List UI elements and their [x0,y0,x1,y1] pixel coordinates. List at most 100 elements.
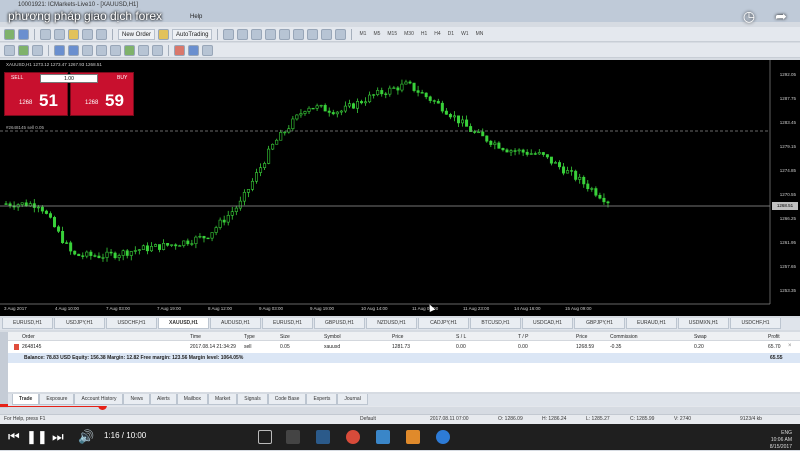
timeframe-mn[interactable]: MN [474,31,486,37]
symbol-tab[interactable]: USDCHF,H1 [730,318,781,329]
symbol-tab[interactable]: CADJPY,H1 [418,318,469,329]
timeframe-h1[interactable]: H1 [419,31,429,37]
terminal-icon[interactable] [82,29,93,40]
terminal-tab[interactable]: Account History [74,394,123,405]
column-header[interactable]: Swap [694,334,707,340]
bar-chart-icon[interactable] [4,45,15,56]
app-icon[interactable] [406,430,420,444]
close-order-icon[interactable]: × [788,343,792,349]
symbol-tab[interactable]: USDMXN,H1 [678,318,729,329]
column-header[interactable]: Price [576,334,587,340]
terminal-tab[interactable]: Mailbox [177,394,208,405]
symbol-tab[interactable]: GBPUSD,H1 [314,318,365,329]
data-window-icon[interactable] [54,29,65,40]
skip-back-icon[interactable]: ⏮ [8,429,20,445]
share-icon[interactable]: ➦ [772,8,790,24]
symbol-tab[interactable]: USDCHF,H1 [106,318,157,329]
browser-icon[interactable] [436,430,450,444]
menu-help[interactable]: Help [190,14,202,20]
autoscroll-icon[interactable] [96,45,107,56]
grid-icon[interactable] [202,45,213,56]
text-icon[interactable] [321,29,332,40]
column-header[interactable]: Time [190,334,201,340]
column-header[interactable]: Price [392,334,403,340]
symbol-tab[interactable]: EURUSD,H1 [262,318,313,329]
horizontal-line-icon[interactable] [265,29,276,40]
symbol-tab[interactable]: USDCAD,H1 [522,318,573,329]
column-header[interactable]: Size [280,334,290,340]
skip-next-icon[interactable]: ⏭ [52,429,64,445]
column-header[interactable]: S / L [456,334,466,340]
globe-icon[interactable] [188,45,199,56]
chart-shift-icon[interactable] [110,45,121,56]
templates-icon[interactable] [152,45,163,56]
autotrading-button[interactable]: AutoTrading [172,29,212,40]
camera-icon[interactable] [286,430,300,444]
column-header[interactable]: Symbol [324,334,341,340]
zoom-out-icon[interactable] [68,45,79,56]
symbol-tab[interactable]: USDJPY,H1 [54,318,105,329]
symbol-tab[interactable]: EURUSD,H1 [2,318,53,329]
market-watch-icon[interactable] [40,29,51,40]
candlestick-icon[interactable] [18,45,29,56]
periods-icon[interactable] [138,45,149,56]
timeframe-m5[interactable]: M5 [371,31,382,37]
price-chart[interactable]: XAUUSD,H1 1273.12 1273.47 1267.93 1268.5… [0,60,800,316]
symbol-tab[interactable]: AUDUSD,H1 [210,318,261,329]
cursor-icon[interactable] [223,29,234,40]
crosshair-icon[interactable] [237,29,248,40]
tester-icon[interactable] [96,29,107,40]
column-header[interactable]: Order [22,334,35,340]
column-header[interactable]: T / P [518,334,528,340]
navigator-icon[interactable] [68,29,79,40]
symbol-tab[interactable]: EURAUD,H1 [626,318,677,329]
settings-app-icon[interactable] [376,430,390,444]
trendline-icon[interactable] [279,29,290,40]
profiles-icon[interactable] [18,29,29,40]
terminal-tab[interactable]: Alerts [150,394,177,405]
timeframe-w1[interactable]: W1 [459,31,471,37]
symbol-tab[interactable]: XAUUSD,H1 [158,318,209,329]
lot-size-input[interactable]: 1.00 [40,74,98,83]
task-view-icon[interactable] [258,430,272,444]
vertical-line-icon[interactable] [251,29,262,40]
zoom-in-icon[interactable] [54,45,65,56]
channel-icon[interactable] [293,29,304,40]
timeframe-d1[interactable]: D1 [446,31,456,37]
terminal-tab[interactable]: Journal [337,394,367,405]
timeframe-m30[interactable]: M30 [402,31,416,37]
terminal-side-label[interactable] [0,332,8,408]
metatrader-icon[interactable] [316,430,330,444]
chrome-icon[interactable] [346,430,360,444]
symbol-tab[interactable]: BTCUSD,H1 [470,318,521,329]
terminal-tab[interactable]: Market [208,394,237,405]
alerts-icon[interactable] [174,45,185,56]
timeframe-m15[interactable]: M15 [385,31,399,37]
tile-windows-icon[interactable] [82,45,93,56]
fibonacci-icon[interactable] [307,29,318,40]
line-chart-icon[interactable] [32,45,43,56]
tray-time[interactable]: 10:06 AM [770,437,792,444]
timeframe-h4[interactable]: H4 [432,31,442,37]
symbol-tab[interactable]: GBPJPY,H1 [574,318,625,329]
terminal-tab[interactable]: Exposure [39,394,74,405]
label-icon[interactable] [335,29,346,40]
pause-icon[interactable]: ❚❚ [26,429,48,445]
terminal-tab[interactable]: Experts [306,394,337,405]
symbol-tab[interactable]: NZDUSD,H1 [366,318,417,329]
terminal-tab[interactable]: Signals [237,394,267,405]
terminal-tab[interactable]: Trade [12,394,39,405]
column-header[interactable]: Type [244,334,255,340]
table-row[interactable]: × 26481452017.08.14 21:34:29sell0.05xauu… [8,342,800,352]
terminal-tab[interactable]: News [123,394,150,405]
timeframe-m1[interactable]: M1 [357,31,368,37]
terminal-tab[interactable]: Code Base [268,394,307,405]
new-order-button[interactable]: New Order [118,29,155,40]
tray-language[interactable]: ENG [770,430,792,437]
indicators-icon[interactable] [124,45,135,56]
column-header[interactable]: Profit [768,334,780,340]
add-icon[interactable] [4,29,15,40]
watch-later-icon[interactable]: ◷ [740,8,758,24]
metaeditor-icon[interactable] [158,29,169,40]
column-header[interactable]: Commission [610,334,638,340]
